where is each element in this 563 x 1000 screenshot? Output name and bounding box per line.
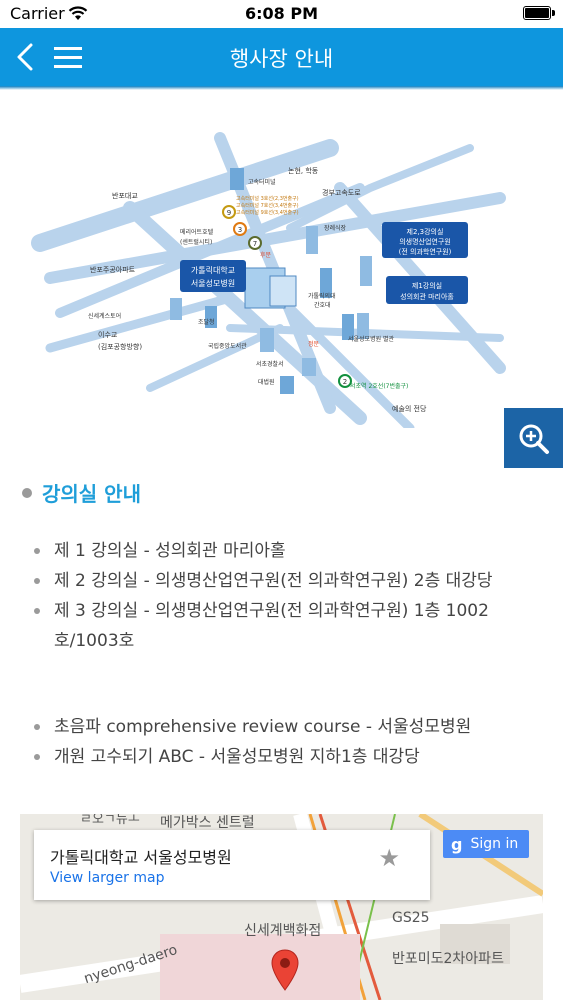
- subway-number-7: 7: [253, 240, 257, 248]
- map-label-marriott1: 메리어트호텔: [180, 228, 214, 236]
- callout-lecture23-line1: 제2,3강의실: [407, 227, 444, 236]
- zoom-button[interactable]: [504, 408, 563, 468]
- clock: 6:08 PM: [244, 4, 318, 23]
- callout-hospital-line1: 가톨릭대학교: [191, 265, 235, 275]
- map-label-gyeongbu: 경부고속도로: [322, 188, 361, 197]
- list-item: 초음파 comprehensive review course - 서울성모병원: [30, 712, 540, 742]
- battery-icon: [523, 6, 555, 20]
- section-title: 강의실 안내: [22, 478, 141, 507]
- map-label-line3: 고속터미널 3호선(2,3번출구): [236, 195, 299, 202]
- sign-in-label: Sign in: [470, 836, 519, 852]
- map-label-top: ㄹ오ㄱ뉴ㅗ: [80, 814, 140, 827]
- map-label-banpo: 반포대교: [112, 191, 138, 200]
- subway-number-2: 2: [343, 378, 347, 386]
- map-label-marriott2: (센트럴시티): [180, 238, 212, 246]
- nav-bar: 행사장 안내: [0, 28, 563, 90]
- map-label-jeongmun: 정문: [308, 341, 320, 348]
- map-label-shinsegae: 신세계백화점: [244, 923, 322, 939]
- map-label-nonhyeon: 논현, 학동: [288, 166, 319, 175]
- callout-lecture1-line2: 성의회관 마리아홀: [400, 292, 454, 301]
- map-label-arts: 예술의 전당: [392, 404, 427, 413]
- map-label-seocho-station: 서초역 2호선(7번출구): [350, 382, 408, 390]
- course-list: 초음파 comprehensive review course - 서울성모병원…: [30, 712, 540, 772]
- venue-map: 반포대교 반포주공아파트 이수교 (김포공항방향) 논현, 학동 경부고속도로 …: [31, 132, 506, 428]
- map-label-hudum: 후문: [260, 251, 272, 259]
- place-card: 가톨릭대학교 서울성모병원 View larger map ★: [34, 830, 430, 900]
- map-label-leesugyo: 이수교: [98, 330, 118, 339]
- list-item: 제 1 강의실 - 성의회관 마리아홀: [30, 536, 540, 566]
- zoom-in-icon: [519, 424, 549, 454]
- star-icon[interactable]: ★: [378, 844, 400, 872]
- callout-hospital-line2: 서울성모병원: [191, 279, 235, 288]
- place-name: 가톨릭대학교 서울성모병원: [50, 848, 232, 867]
- page-title: 행사장 안내: [229, 47, 334, 71]
- callout-lecture1-line1: 제1강의실: [412, 281, 442, 290]
- map-label-banpomido: 반포미도2차아파트: [392, 951, 504, 967]
- map-pin-icon[interactable]: [270, 948, 300, 992]
- google-map-embed[interactable]: ㄹ오ㄱ뉴ㅗ 메가박스 센트럴 신세계백화점 GS25 반포미도2차아파트 nye…: [20, 814, 543, 1000]
- map-label-nursing2: 간호대: [314, 301, 331, 309]
- view-larger-map-link[interactable]: View larger map: [50, 870, 164, 886]
- map-label-express: 고속터미널: [248, 178, 276, 186]
- list-item: 제 3 강의실 - 의생명산업연구원(전 의과학연구원) 1층 1002호/10…: [30, 596, 540, 656]
- map-label-shin: 신세계스토어: [88, 312, 121, 320]
- callout-lecture23-line3: (전 의과학연구원): [399, 247, 452, 256]
- map-label-line7: 고속터미널 7호선(3,4번출구): [236, 202, 299, 209]
- list-item: 제 2 강의실 - 의생명산업연구원(전 의과학연구원) 2층 대강당: [30, 566, 540, 596]
- list-item: 개원 고수되기 ABC - 서울성모병원 지하1층 대강당: [30, 742, 540, 772]
- subway-number-3: 3: [238, 226, 242, 234]
- map-label-library: 국립중앙도서관: [208, 342, 247, 350]
- map-label-jangrye: 장례식장: [324, 224, 347, 232]
- map-label-gimpo: (김포공항방향): [98, 342, 142, 351]
- map-label-annex: 서울성모병원 별관: [348, 335, 395, 343]
- map-label-court: 대법원: [258, 378, 275, 386]
- map-label-line9: 고속터미널 9호선(3,4번출구): [236, 209, 299, 216]
- nav-shadow: [0, 86, 563, 90]
- callout-lecture23-line2: 의생명산업연구원: [399, 237, 451, 246]
- map-label-jodal: 조달청: [198, 318, 215, 326]
- map-label-seocho-office: 서초경찰서: [256, 360, 284, 368]
- section-title-text: 강의실 안내: [42, 482, 141, 506]
- room-list: 제 1 강의실 - 성의회관 마리아홀 제 2 강의실 - 의생명산업연구원(전…: [30, 536, 540, 656]
- map-label-gs25: GS25: [392, 910, 430, 926]
- google-g-icon: g: [451, 834, 463, 854]
- bullet-dot: [22, 487, 32, 498]
- map-label-banpo-apt: 반포주공아파트: [90, 265, 136, 274]
- status-bar: Carrier 6:08 PM: [0, 0, 563, 28]
- subway-number-9: 9: [227, 209, 231, 217]
- map-label-nursing1: 가톨릭의대: [308, 292, 336, 300]
- sign-in-button[interactable]: g Sign in: [443, 830, 529, 858]
